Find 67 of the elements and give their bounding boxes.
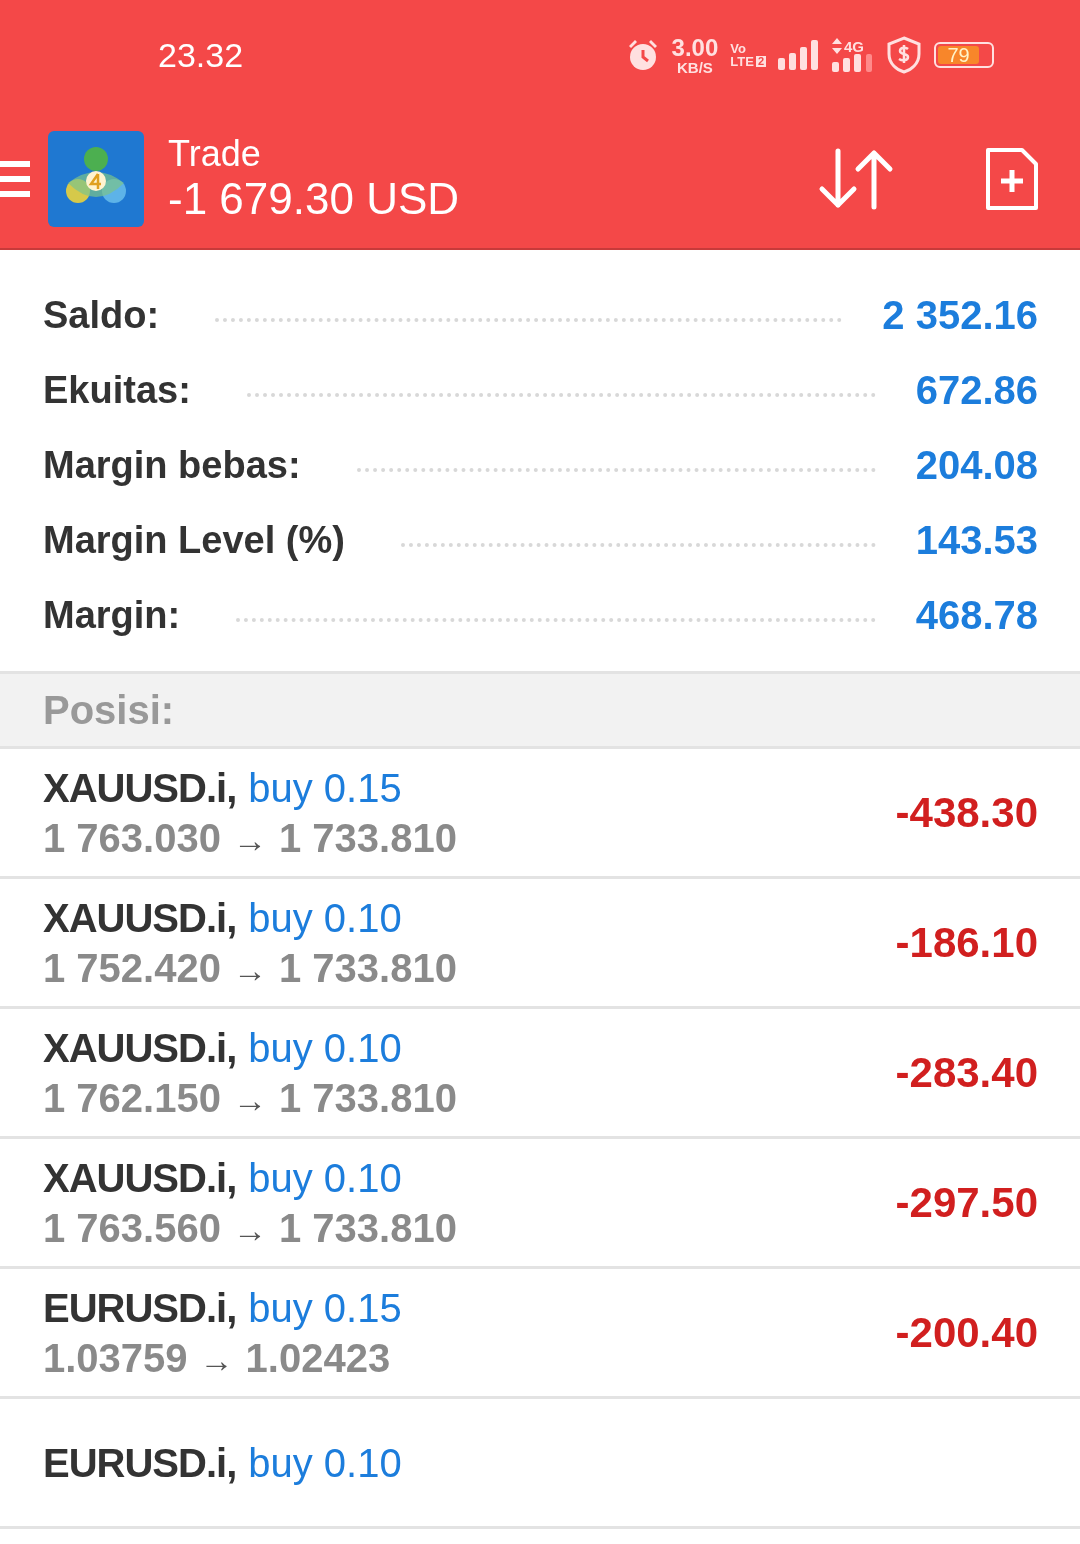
- position-profit: -438.30: [895, 788, 1038, 837]
- app-logo-icon: [48, 131, 144, 227]
- open-price: 1 763.030: [43, 814, 221, 861]
- position-type: buy 0.10: [248, 894, 402, 941]
- screen-title: Trade: [168, 133, 262, 174]
- summary-label: Saldo:: [43, 294, 160, 337]
- position-profit: -200.40: [895, 1308, 1038, 1357]
- section-header: Posisi:: [43, 687, 175, 733]
- open-price: 1 752.420: [43, 944, 221, 991]
- shield-dollar-icon: [886, 36, 922, 74]
- network-speed: 3.00: [671, 35, 719, 60]
- summary-value: 204.08: [915, 443, 1038, 488]
- menu-icon[interactable]: [0, 159, 30, 199]
- speed-unit: KB/S: [677, 59, 713, 75]
- current-price: 1 733.810: [278, 1204, 457, 1251]
- open-price: 1 762.150: [43, 1074, 221, 1121]
- position-row[interactable]: XAUUSD.i, buy 0.10 1 762.150 → 1 733.810 -283.40: [0, 1009, 1080, 1139]
- position-row[interactable]: XAUUSD.i, buy 0.10 1 752.420 → 1 733.810 -186.10: [0, 879, 1080, 1009]
- signal-icon: [778, 40, 820, 70]
- position-type: buy 0.10: [248, 1439, 402, 1486]
- position-profit: -283.40: [895, 1048, 1038, 1097]
- sort-icon[interactable]: [818, 147, 894, 211]
- network-type: 4G: [844, 38, 864, 54]
- position-symbol: EURUSD.i,: [43, 1439, 237, 1486]
- data-arrows-icon: [832, 38, 842, 54]
- signal-icon: [832, 54, 874, 72]
- position-type: buy 0.15: [248, 764, 402, 811]
- summary-label: Margin:: [43, 594, 181, 637]
- position-symbol: XAUUSD.i,: [43, 1154, 237, 1201]
- position-profit: -297.50: [895, 1178, 1038, 1227]
- position-row[interactable]: XAUUSD.i, buy 0.10 1 763.560 → 1 733.810 -297.50: [0, 1139, 1080, 1269]
- summary-value: 672.86: [915, 368, 1038, 413]
- summary-value: 2 352.16: [882, 293, 1038, 338]
- open-price: 1 763.560: [43, 1204, 221, 1251]
- volte-label: Vo: [730, 42, 747, 55]
- battery-indicator: 79: [934, 42, 994, 68]
- position-type: buy 0.15: [248, 1284, 402, 1331]
- position-profit: -186.10: [895, 918, 1038, 967]
- position-symbol: XAUUSD.i,: [43, 764, 237, 811]
- summary-label: Margin bebas:: [43, 444, 301, 487]
- arrow-glyph: →: [232, 950, 267, 990]
- position-row[interactable]: XAUUSD.i, buy 0.15 1 763.030 → 1 733.810 -438.30: [0, 749, 1080, 879]
- open-price: 1.03759: [43, 1334, 188, 1381]
- current-price: 1.02423: [245, 1334, 391, 1381]
- current-price: 1 733.810: [278, 1074, 457, 1121]
- position-row[interactable]: EURUSD.i, buy 0.10: [0, 1399, 1080, 1529]
- current-price: 1 733.810: [278, 944, 457, 991]
- arrow-glyph: →: [232, 1210, 267, 1250]
- summary-label: Ekuitas:: [43, 369, 191, 412]
- position-symbol: XAUUSD.i,: [43, 894, 237, 941]
- position-type: buy 0.10: [248, 1024, 402, 1071]
- lte-label: LTE: [730, 55, 754, 68]
- position-symbol: EURUSD.i,: [43, 1284, 237, 1331]
- account-profit: -1 679.30 USD: [168, 173, 460, 225]
- arrow-glyph: →: [199, 1340, 234, 1380]
- current-price: 1 733.810: [278, 814, 457, 861]
- arrow-glyph: →: [232, 1080, 267, 1120]
- sim-badge: 2: [755, 56, 766, 67]
- summary-label: Margin Level (%): [43, 519, 345, 562]
- summary-value: 468.78: [915, 593, 1038, 638]
- summary-value: 143.53: [915, 518, 1038, 563]
- new-order-icon[interactable]: [984, 146, 1040, 212]
- position-type: buy 0.10: [248, 1154, 402, 1201]
- status-time: 23.32: [158, 35, 244, 75]
- position-symbol: XAUUSD.i,: [43, 1024, 237, 1071]
- position-row[interactable]: EURUSD.i, buy 0.15 1.03759 → 1.02423 -200.40: [0, 1269, 1080, 1399]
- arrow-glyph: →: [232, 820, 267, 860]
